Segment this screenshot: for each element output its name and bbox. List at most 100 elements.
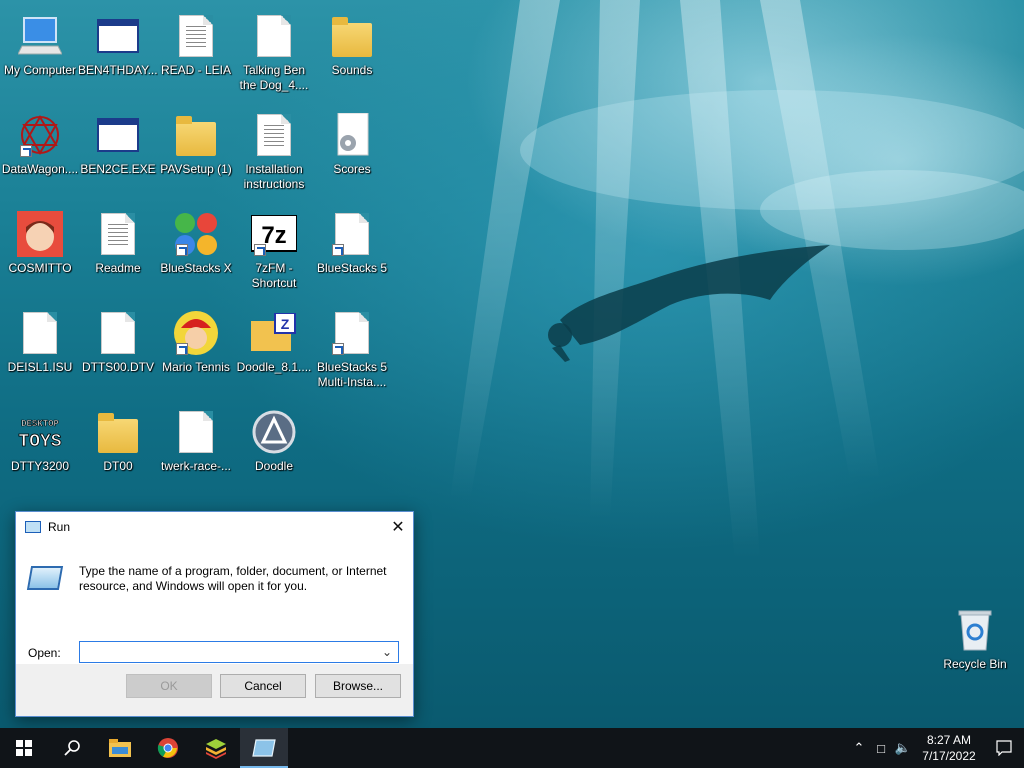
desktop-icon-mario-tennis[interactable]: Mario Tennis: [156, 301, 236, 393]
start-button[interactable]: [0, 728, 48, 768]
chevron-up-icon[interactable]: ⌃: [848, 740, 870, 756]
run-title: Run: [48, 520, 71, 534]
desktop-icon-cosmitto[interactable]: COSMITTO: [0, 202, 80, 294]
desktop-icon-label: Readme: [95, 261, 141, 275]
browse-button[interactable]: Browse...: [315, 674, 401, 698]
recycle-bin[interactable]: Recycle Bin: [935, 598, 1015, 690]
desktop-icon-label: My Computer: [3, 63, 77, 77]
zip-folder-icon: Z: [250, 309, 298, 357]
file-icon: [328, 309, 376, 357]
desktop-icon-label: READ - LEIA: [160, 63, 232, 77]
desktop-icon-label: twerk-race-...: [160, 459, 231, 473]
file-explorer-icon: [109, 739, 131, 757]
desktop-icon-pavsetup-1[interactable]: PAVSetup (1): [156, 103, 236, 195]
recycle-bin-icon: [951, 606, 999, 654]
search-button[interactable]: [48, 728, 96, 768]
run-description: Type the name of a program, folder, docu…: [79, 564, 387, 593]
desktop-icon-doodle-8-1[interactable]: Z Doodle_8.1....: [234, 301, 314, 393]
exe-window-icon: [94, 12, 142, 60]
search-icon: [64, 740, 80, 756]
text-file-icon: [250, 111, 298, 159]
desktop-icon-label: PAVSetup (1): [160, 162, 232, 176]
desktop-icon-label: Doodle: [254, 459, 294, 473]
bluestacks-x-icon: [172, 210, 220, 258]
shortcut-arrow-icon: [20, 145, 32, 157]
desktop-icon-talking-ben-the-dog-4[interactable]: Talking Ben the Dog_4....: [234, 4, 314, 96]
folder-icon: [172, 111, 220, 159]
taskbar-run[interactable]: [240, 728, 288, 768]
svg-text:Z: Z: [281, 316, 290, 332]
desktop-icon-twerk-race[interactable]: twerk-race-...: [156, 400, 236, 492]
desktop-icon-label: DEISL1.ISU: [7, 360, 73, 374]
file-icon: [16, 309, 64, 357]
exe-window-icon: [94, 111, 142, 159]
desktop-icon-label: DTTY3200: [10, 459, 70, 473]
desktop-icon-label: DTTS00.DTV: [81, 360, 154, 374]
clock[interactable]: 8:27 AM 7/17/2022: [914, 732, 984, 764]
folder-icon: [328, 12, 376, 60]
taskbar-file-explorer[interactable]: [96, 728, 144, 768]
shortcut-arrow-icon: [254, 244, 266, 256]
desktop-icon-my-computer[interactable]: My Computer: [0, 4, 80, 96]
desktop-icon-bluestacks-x[interactable]: BlueStacks X: [156, 202, 236, 294]
desktop-icon-label: BEN4THDAY....: [78, 63, 158, 77]
open-combobox[interactable]: ⌄: [79, 641, 399, 663]
desktop-icon-dtts00-dtv[interactable]: DTTS00.DTV: [78, 301, 158, 393]
desktop-icon-label: Scores: [333, 162, 371, 176]
notification-icon: [996, 740, 1012, 756]
shortcut-arrow-icon: [332, 343, 344, 355]
run-icon: [252, 739, 276, 757]
chevron-down-icon[interactable]: ⌄: [382, 645, 392, 659]
desktop-icon-readme[interactable]: Readme: [78, 202, 158, 294]
taskbar-chrome[interactable]: [144, 728, 192, 768]
file-icon: [94, 309, 142, 357]
desktop-icon-label: Talking Ben the Dog_4....: [239, 63, 309, 92]
datawagon-icon: [16, 111, 64, 159]
recycle-bin-label: Recycle Bin: [943, 657, 1007, 671]
run-dialog: Run ✕ Type the name of a program, folder…: [15, 511, 414, 717]
file-icon: [172, 408, 220, 456]
desktop-icon-label: DataWagon....: [1, 162, 79, 176]
run-title-bar[interactable]: Run ✕: [16, 512, 413, 542]
desktop-icon-scores[interactable]: Scores: [312, 103, 392, 195]
svg-text:TOYS: TOYS: [18, 432, 61, 450]
desktop-icon-ben4thday[interactable]: BEN4THDAY....: [78, 4, 158, 96]
cancel-button[interactable]: Cancel: [220, 674, 306, 698]
open-input[interactable]: [80, 642, 370, 662]
folder-icon: [94, 408, 142, 456]
desktop-icon-installation-instructions[interactable]: Installation instructions: [234, 103, 314, 195]
desktop-toys-icon: DESKTOP TOYS: [16, 408, 64, 456]
desktop-icon-7zfm-shortcut[interactable]: 7z 7zFM - Shortcut: [234, 202, 314, 294]
desktop-icon-bluestacks-5[interactable]: BlueStacks 5: [312, 202, 392, 294]
open-label: Open:: [28, 646, 61, 660]
file-icon: [328, 210, 376, 258]
taskbar-bluestacks[interactable]: [192, 728, 240, 768]
desktop-icon-bluestacks-5-multi-insta[interactable]: BlueStacks 5 Multi-Insta....: [312, 301, 392, 393]
desktop-icon-label: Mario Tennis: [162, 360, 230, 374]
desktop-icon-dt00[interactable]: DT00: [78, 400, 158, 492]
bluestacks-icon: [206, 739, 226, 759]
system-tray: ⌃ □ 🔈 8:27 AM 7/17/2022: [848, 728, 1024, 768]
desktop-icon-label: BlueStacks 5: [316, 261, 388, 275]
run-body: Type the name of a program, folder, docu…: [16, 542, 413, 664]
volume-icon[interactable]: 🔈: [892, 740, 914, 756]
computer-icon: [16, 12, 64, 60]
notification-button[interactable]: [984, 728, 1024, 768]
close-icon[interactable]: ✕: [383, 512, 413, 542]
svg-text:DESKTOP: DESKTOP: [21, 419, 59, 429]
desktop-icon-ben2ce-exe[interactable]: BEN2CE.EXE: [78, 103, 158, 195]
doodle-icon: [250, 408, 298, 456]
taskbar: ⌃ □ 🔈 8:27 AM 7/17/2022: [0, 728, 1024, 768]
desktop-icon-sounds[interactable]: Sounds: [312, 4, 392, 96]
shortcut-arrow-icon: [176, 343, 188, 355]
network-icon[interactable]: □: [870, 741, 892, 756]
desktop-icon-deisl1-isu[interactable]: DEISL1.ISU: [0, 301, 80, 393]
desktop-icon-label: Doodle_8.1....: [236, 360, 312, 374]
desktop-icon-doodle[interactable]: Doodle: [234, 400, 314, 492]
mario-icon: [172, 309, 220, 357]
desktop-icon-read-leia[interactable]: READ - LEIA: [156, 4, 236, 96]
desktop-icon-datawagon[interactable]: DataWagon....: [0, 103, 80, 195]
ok-button[interactable]: OK: [126, 674, 212, 698]
desktop-icon-dtty3200[interactable]: DESKTOP TOYS DTTY3200: [0, 400, 80, 492]
run-icon: [25, 521, 41, 533]
